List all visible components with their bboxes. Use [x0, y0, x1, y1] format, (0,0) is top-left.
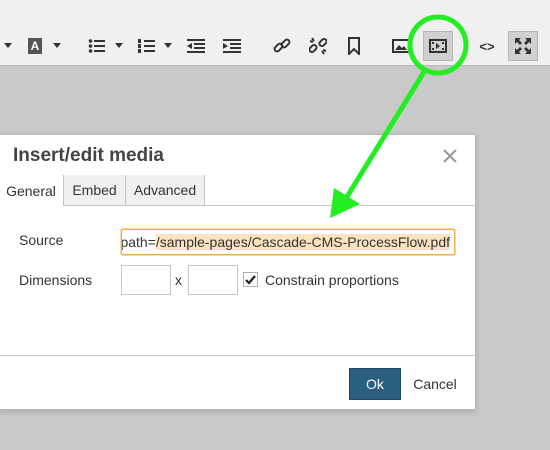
- numbered-list-button[interactable]: [136, 34, 158, 58]
- close-button[interactable]: [441, 147, 459, 165]
- source-label: Source: [19, 232, 64, 248]
- tab-label: Embed: [72, 182, 117, 198]
- dialog-tabs: General Embed Advanced: [0, 175, 475, 206]
- source-value-prefix: t?path=: [121, 234, 156, 250]
- editor-toolbar: A <>: [0, 0, 550, 66]
- text-color-icon: A: [28, 38, 42, 54]
- constrain-proportions-checkbox[interactable]: [243, 272, 258, 287]
- decrease-indent-button[interactable]: [185, 34, 207, 58]
- insert-image-button[interactable]: [390, 34, 412, 58]
- image-icon: [392, 39, 410, 53]
- dialog-footer: Ok Cancel: [0, 355, 475, 410]
- bullet-list-button[interactable]: [86, 34, 108, 58]
- source-code-button[interactable]: <>: [476, 34, 498, 58]
- fullscreen-icon: [515, 38, 531, 54]
- media-icon: [429, 39, 447, 53]
- tab-label: General: [6, 182, 56, 199]
- text-color-button[interactable]: A: [24, 34, 46, 58]
- checkmark-icon: [245, 274, 256, 285]
- fullscreen-button[interactable]: [508, 31, 538, 61]
- height-input[interactable]: [188, 265, 238, 295]
- decrease-indent-icon: [187, 39, 205, 53]
- dimensions-separator: x: [175, 272, 182, 288]
- bookmark-button[interactable]: [343, 34, 365, 58]
- insert-media-dialog: Insert/edit media General Embed Advanced…: [0, 134, 476, 410]
- bullet-list-icon: [88, 39, 105, 53]
- unlink-icon: [309, 37, 327, 55]
- source-code-icon: <>: [479, 38, 495, 54]
- unlink-button[interactable]: [307, 34, 329, 58]
- width-input[interactable]: [121, 265, 171, 295]
- tab-advanced[interactable]: Advanced: [126, 175, 205, 205]
- link-button[interactable]: [271, 34, 293, 58]
- increase-indent-button[interactable]: [221, 34, 243, 58]
- constrain-proportions-label: Constrain proportions: [265, 272, 399, 288]
- increase-indent-icon: [223, 39, 241, 53]
- bookmark-icon: [348, 37, 360, 55]
- dimensions-label: Dimensions: [19, 272, 93, 288]
- chevron-down-icon[interactable]: [53, 43, 61, 48]
- cancel-button[interactable]: Cancel: [406, 368, 464, 400]
- numbered-list-icon: [138, 39, 155, 53]
- ok-button[interactable]: Ok: [349, 368, 401, 400]
- tab-general[interactable]: General: [0, 175, 64, 206]
- link-icon: [273, 38, 291, 53]
- tab-label: Advanced: [133, 182, 197, 198]
- source-value-selected: /sample-pages/Cascade-CMS-ProcessFlow.pd…: [155, 234, 450, 250]
- close-icon: [443, 149, 457, 163]
- chevron-down-icon[interactable]: [164, 43, 172, 48]
- dialog-title: Insert/edit media: [13, 145, 164, 166]
- insert-media-button[interactable]: [423, 31, 453, 61]
- chevron-down-icon[interactable]: [4, 43, 12, 48]
- tab-embed[interactable]: Embed: [64, 175, 126, 205]
- source-value: t?path=/sample-pages/Cascade-CMS-Process…: [121, 234, 450, 250]
- chevron-down-icon[interactable]: [115, 43, 123, 48]
- source-input[interactable]: t?path=/sample-pages/Cascade-CMS-Process…: [121, 229, 455, 255]
